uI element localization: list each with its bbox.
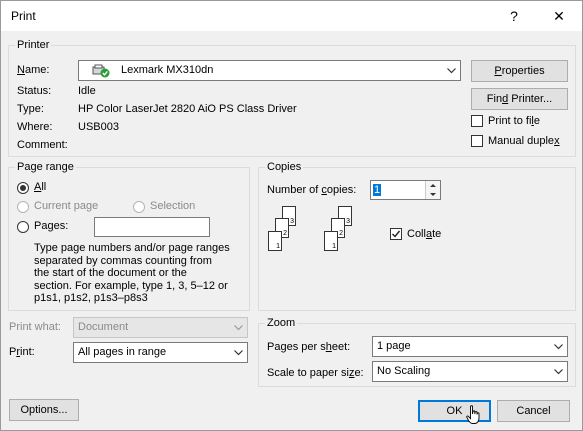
- page-range-help-text: Type page numbers and/or page ranges sep…: [34, 242, 246, 305]
- page-number: 1: [276, 243, 280, 250]
- comment-label: Comment:: [17, 139, 68, 151]
- close-button[interactable]: ✕: [548, 5, 570, 27]
- where-label: Where:: [17, 121, 53, 133]
- type-value: HP Color LaserJet 2820 AiO PS Class Driv…: [78, 103, 297, 115]
- scale-to-paper-value: No Scaling: [377, 365, 431, 377]
- page-number: 2: [283, 230, 287, 237]
- chevron-down-icon: [230, 318, 247, 337]
- copies-legend: Copies: [265, 161, 304, 173]
- printer-legend: Printer: [15, 39, 52, 51]
- title-bar: Print ? ✕: [1, 1, 582, 31]
- help-line: separated by commas counting from: [34, 254, 212, 267]
- type-label: Type:: [17, 103, 44, 115]
- manual-duplex-label: Manual duplex: [488, 135, 560, 147]
- chevron-down-icon: [442, 61, 460, 80]
- number-of-copies-label: Number of copies:: [267, 184, 357, 196]
- printer-name-select[interactable]: Lexmark MX310dn: [78, 60, 461, 81]
- manual-duplex-checkbox[interactable]: [471, 135, 483, 147]
- status-label: Status:: [17, 85, 52, 97]
- print-value: All pages in range: [78, 346, 167, 358]
- number-of-copies-input[interactable]: 1: [370, 180, 441, 200]
- all-pages-radio[interactable]: [17, 182, 29, 194]
- pages-per-sheet-label: Pages per sheet:: [267, 341, 351, 353]
- pages-per-sheet-value: 1 page: [377, 340, 411, 352]
- name-label: Name:: [17, 64, 50, 76]
- help-line: p1s1, p1s2, p1s3–p8s3: [34, 292, 148, 304]
- help-line: the start of the document or the: [34, 267, 187, 279]
- spin-down-icon[interactable]: [425, 190, 440, 199]
- properties-button[interactable]: Properties: [471, 60, 568, 82]
- all-pages-label: All: [34, 181, 47, 193]
- page-number: 1: [332, 243, 336, 250]
- current-page-radio[interactable]: [17, 201, 29, 213]
- page-number: 3: [346, 218, 350, 225]
- printer-name-value: Lexmark MX310dn: [121, 64, 214, 76]
- where-value: USB003: [78, 121, 119, 133]
- page-number: 2: [339, 230, 343, 237]
- pages-input[interactable]: [94, 217, 210, 237]
- printer-status-icon: [91, 64, 111, 78]
- chevron-down-icon: [549, 337, 567, 356]
- ok-button[interactable]: OK: [418, 400, 491, 422]
- status-value: Idle: [78, 85, 96, 97]
- page-range-legend: Page range: [15, 161, 76, 173]
- print-label: Print:: [9, 346, 35, 358]
- current-page-label: Current page: [34, 200, 99, 212]
- print-to-file-label: Print to file: [488, 115, 540, 127]
- print-to-file-checkbox[interactable]: [471, 115, 483, 127]
- zoom-legend: Zoom: [265, 317, 298, 329]
- print-what-value: Document: [78, 321, 129, 333]
- chevron-down-icon: [549, 362, 567, 381]
- selection-label: Selection: [150, 200, 196, 212]
- help-line: Type page numbers and/or page ranges: [34, 242, 230, 254]
- find-printer-button[interactable]: Find Printer...: [471, 88, 568, 110]
- collated-pages-icon: 3 2 1: [322, 206, 362, 261]
- print-what-select[interactable]: Document: [73, 317, 248, 338]
- scale-to-paper-label: Scale to paper size:: [267, 367, 364, 379]
- copies-value: 1: [373, 184, 382, 196]
- print-dialog: Print ? ✕ Printer Name: Lexmark MX310dn …: [0, 0, 583, 431]
- cancel-button[interactable]: Cancel: [497, 400, 570, 422]
- help-button[interactable]: ?: [503, 5, 525, 27]
- window-title: Print: [11, 9, 36, 23]
- help-line: section. For example, type 1, 3, 5–12 or: [34, 279, 228, 292]
- pages-per-sheet-select[interactable]: 1 page: [372, 336, 568, 357]
- pages-label: Pages:: [34, 220, 69, 232]
- print-select[interactable]: All pages in range: [73, 342, 248, 363]
- collate-checkbox[interactable]: [390, 228, 402, 240]
- pages-radio[interactable]: [17, 221, 29, 233]
- print-what-label: Print what:: [9, 321, 61, 333]
- mouse-cursor-icon: [466, 405, 480, 425]
- selection-radio[interactable]: [133, 201, 145, 213]
- page-number: 3: [290, 218, 294, 225]
- scale-to-paper-select[interactable]: No Scaling: [372, 361, 568, 382]
- options-button[interactable]: Options...: [9, 399, 79, 421]
- collate-label: Collate: [407, 228, 442, 240]
- chevron-down-icon: [229, 343, 247, 362]
- collated-pages-icon: 3 2 1: [266, 206, 306, 261]
